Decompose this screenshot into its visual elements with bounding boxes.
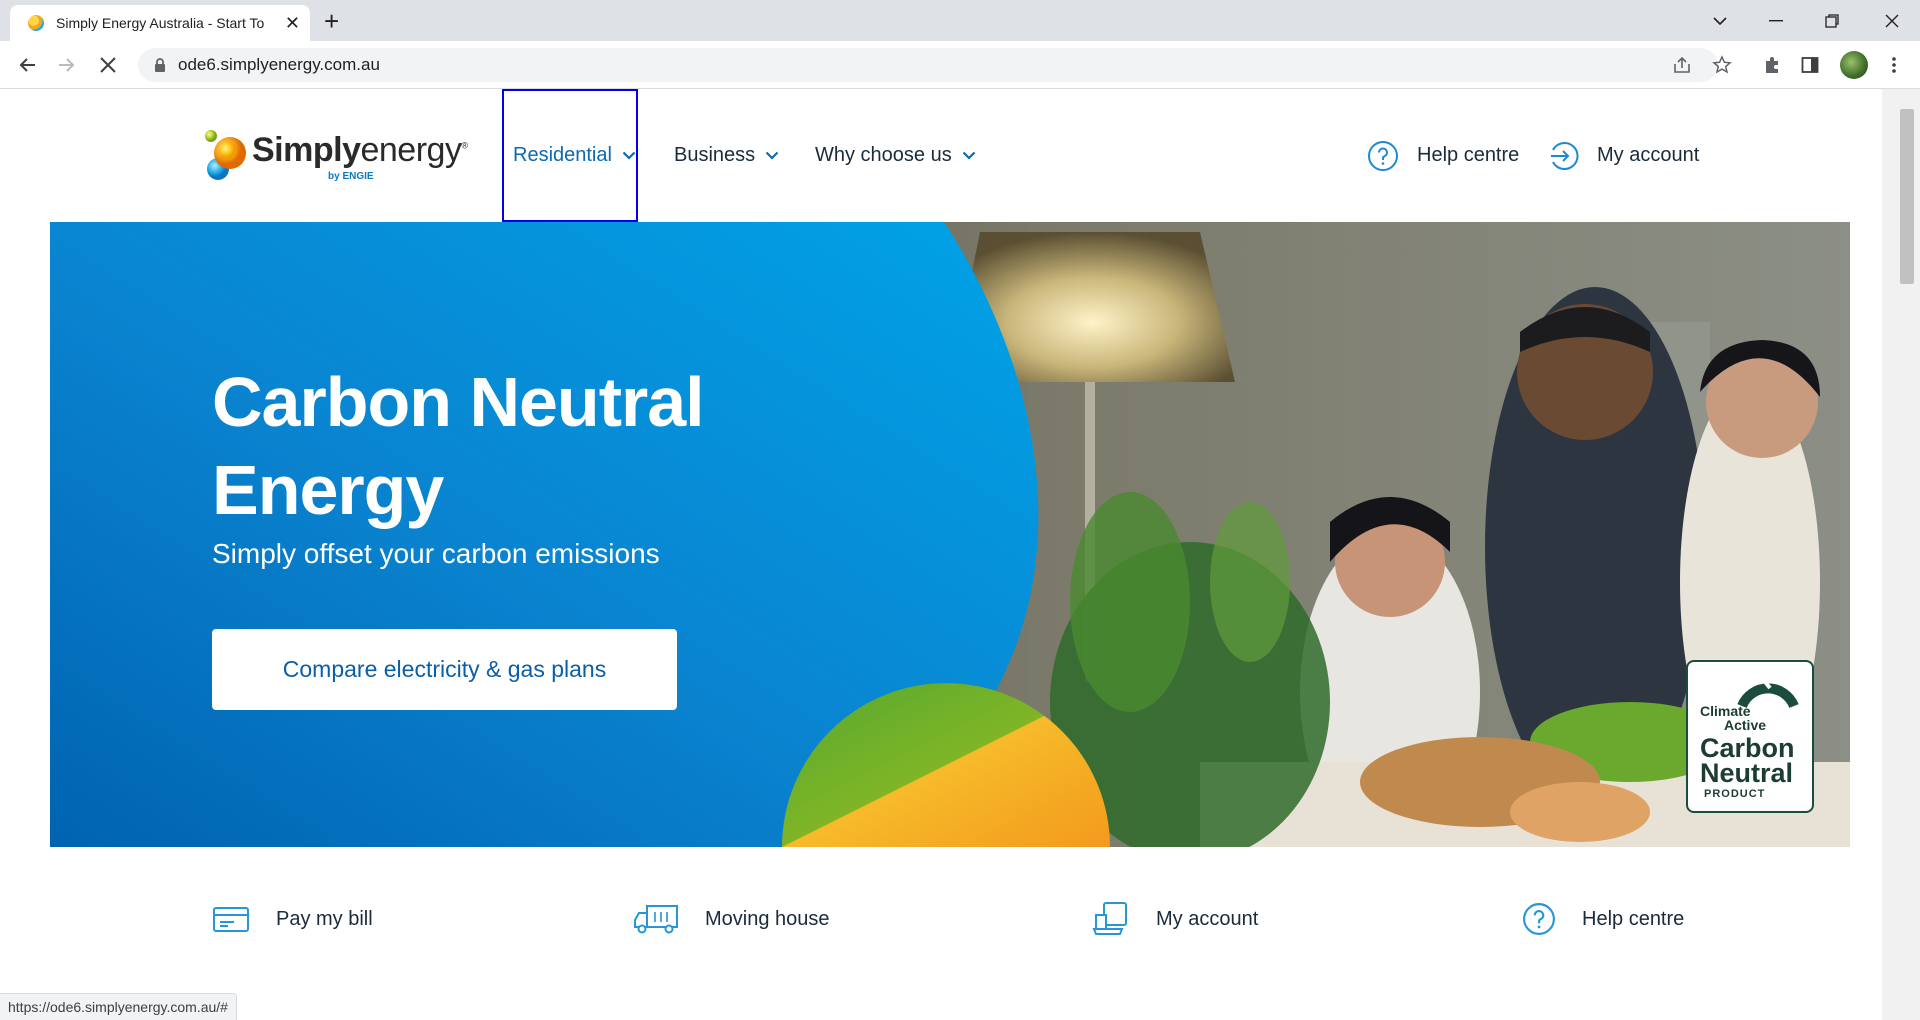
hero-blue-shape: [50, 222, 1110, 847]
laptop-account-icon: [1092, 902, 1127, 935]
simply-energy-logo[interactable]: Simplyenergy® by ENGIE: [200, 121, 468, 191]
climate-active-badge: Climate Active Carbon Neutral PRODUCT: [1686, 660, 1814, 813]
header-my-account-link[interactable]: My account: [1547, 89, 1699, 222]
quick-link-label: Pay my bill: [276, 907, 373, 930]
my-account-label: My account: [1597, 144, 1700, 166]
chevron-down-icon: [962, 151, 976, 160]
chevron-down-icon: [622, 151, 636, 160]
quick-link-pay-my-bill[interactable]: Pay my bill: [212, 889, 373, 949]
page-scrollbar[interactable]: [1882, 89, 1920, 1020]
moving-truck-icon: [634, 905, 678, 934]
bookmark-star-icon[interactable]: [1710, 53, 1734, 77]
nav-business[interactable]: Business: [674, 89, 779, 222]
help-centre-label: Help centre: [1417, 144, 1520, 166]
restore-button[interactable]: [1804, 0, 1860, 41]
climate-active-logo-icon: [1737, 676, 1799, 708]
stop-loading-button[interactable]: [94, 51, 122, 79]
tab-search-icon[interactable]: [1692, 0, 1748, 41]
logo-wordmark: Simplyenergy®: [252, 131, 468, 169]
bill-card-icon: [213, 907, 249, 932]
address-bar[interactable]: ode6.simplyenergy.com.au: [138, 48, 1718, 82]
status-bar-url: https://ode6.simplyenergy.com.au/#: [0, 993, 237, 1020]
compare-plans-button[interactable]: Compare electricity & gas plans: [212, 629, 677, 710]
site-header: Simplyenergy® by ENGIE Residential Busin…: [0, 89, 1882, 222]
badge-line-4: PRODUCT: [1704, 788, 1766, 800]
share-icon[interactable]: [1670, 53, 1694, 77]
badge-line-3: Carbon Neutral: [1700, 733, 1795, 788]
nav-residential[interactable]: Residential: [502, 89, 638, 222]
profile-avatar[interactable]: [1840, 51, 1868, 79]
quick-link-moving-house[interactable]: Moving house: [633, 889, 830, 949]
logo-balls-icon: [205, 130, 246, 180]
hero-banner: Carbon Neutral Energy Simply offset your…: [50, 222, 1850, 847]
new-tab-button[interactable]: +: [324, 6, 339, 36]
forward-button[interactable]: [52, 51, 80, 79]
side-panel-icon[interactable]: [1798, 53, 1822, 77]
quick-link-my-account[interactable]: My account: [1092, 889, 1258, 949]
badge-line-1: Climate: [1700, 703, 1751, 719]
browser-toolbar: ode6.simplyenergy.com.au: [0, 41, 1920, 89]
extensions-icon[interactable]: [1760, 53, 1784, 77]
quick-links-bar: Pay my bill Moving house My account Help…: [0, 889, 1882, 949]
quick-link-help-centre[interactable]: Help centre: [1522, 889, 1684, 949]
browser-tab[interactable]: Simply Energy Australia - Start To ✕: [10, 5, 310, 41]
url-text[interactable]: ode6.simplyenergy.com.au: [178, 55, 380, 75]
hero-subtitle: Simply offset your carbon emissions: [212, 538, 660, 569]
header-help-centre-link[interactable]: Help centre: [1367, 89, 1519, 222]
question-circle-icon: [1368, 140, 1398, 171]
nav-why-choose-us[interactable]: Why choose us: [815, 89, 976, 222]
tab-title: Simply Energy Australia - Start To: [56, 15, 265, 31]
quick-link-label: Moving house: [705, 907, 830, 930]
browser-tab-strip: Simply Energy Australia - Start To ✕ +: [0, 0, 1920, 41]
back-button[interactable]: [14, 51, 42, 79]
quick-link-label: My account: [1156, 907, 1259, 930]
site-favicon-icon: [28, 15, 44, 31]
login-arrow-icon: [1551, 141, 1579, 170]
hero-title: Carbon Neutral Energy: [212, 363, 705, 529]
close-window-button[interactable]: [1864, 0, 1920, 41]
web-page: Simplyenergy® by ENGIE Residential Busin…: [0, 89, 1882, 1020]
question-circle-icon: [1523, 903, 1555, 935]
badge-line-2: Active: [1724, 717, 1767, 733]
logo-byline: by ENGIE: [328, 171, 374, 182]
close-tab-icon[interactable]: ✕: [285, 13, 300, 34]
nav-residential-label: Residential: [513, 144, 612, 166]
menu-kebab-icon[interactable]: [1882, 53, 1906, 77]
lock-icon[interactable]: [154, 57, 166, 73]
nav-why-label: Why choose us: [815, 144, 952, 166]
minimize-button[interactable]: [1748, 0, 1804, 41]
quick-link-label: Help centre: [1582, 907, 1685, 930]
chevron-down-icon: [765, 151, 779, 160]
scrollbar-thumb[interactable]: [1900, 109, 1914, 284]
nav-business-label: Business: [674, 144, 756, 166]
